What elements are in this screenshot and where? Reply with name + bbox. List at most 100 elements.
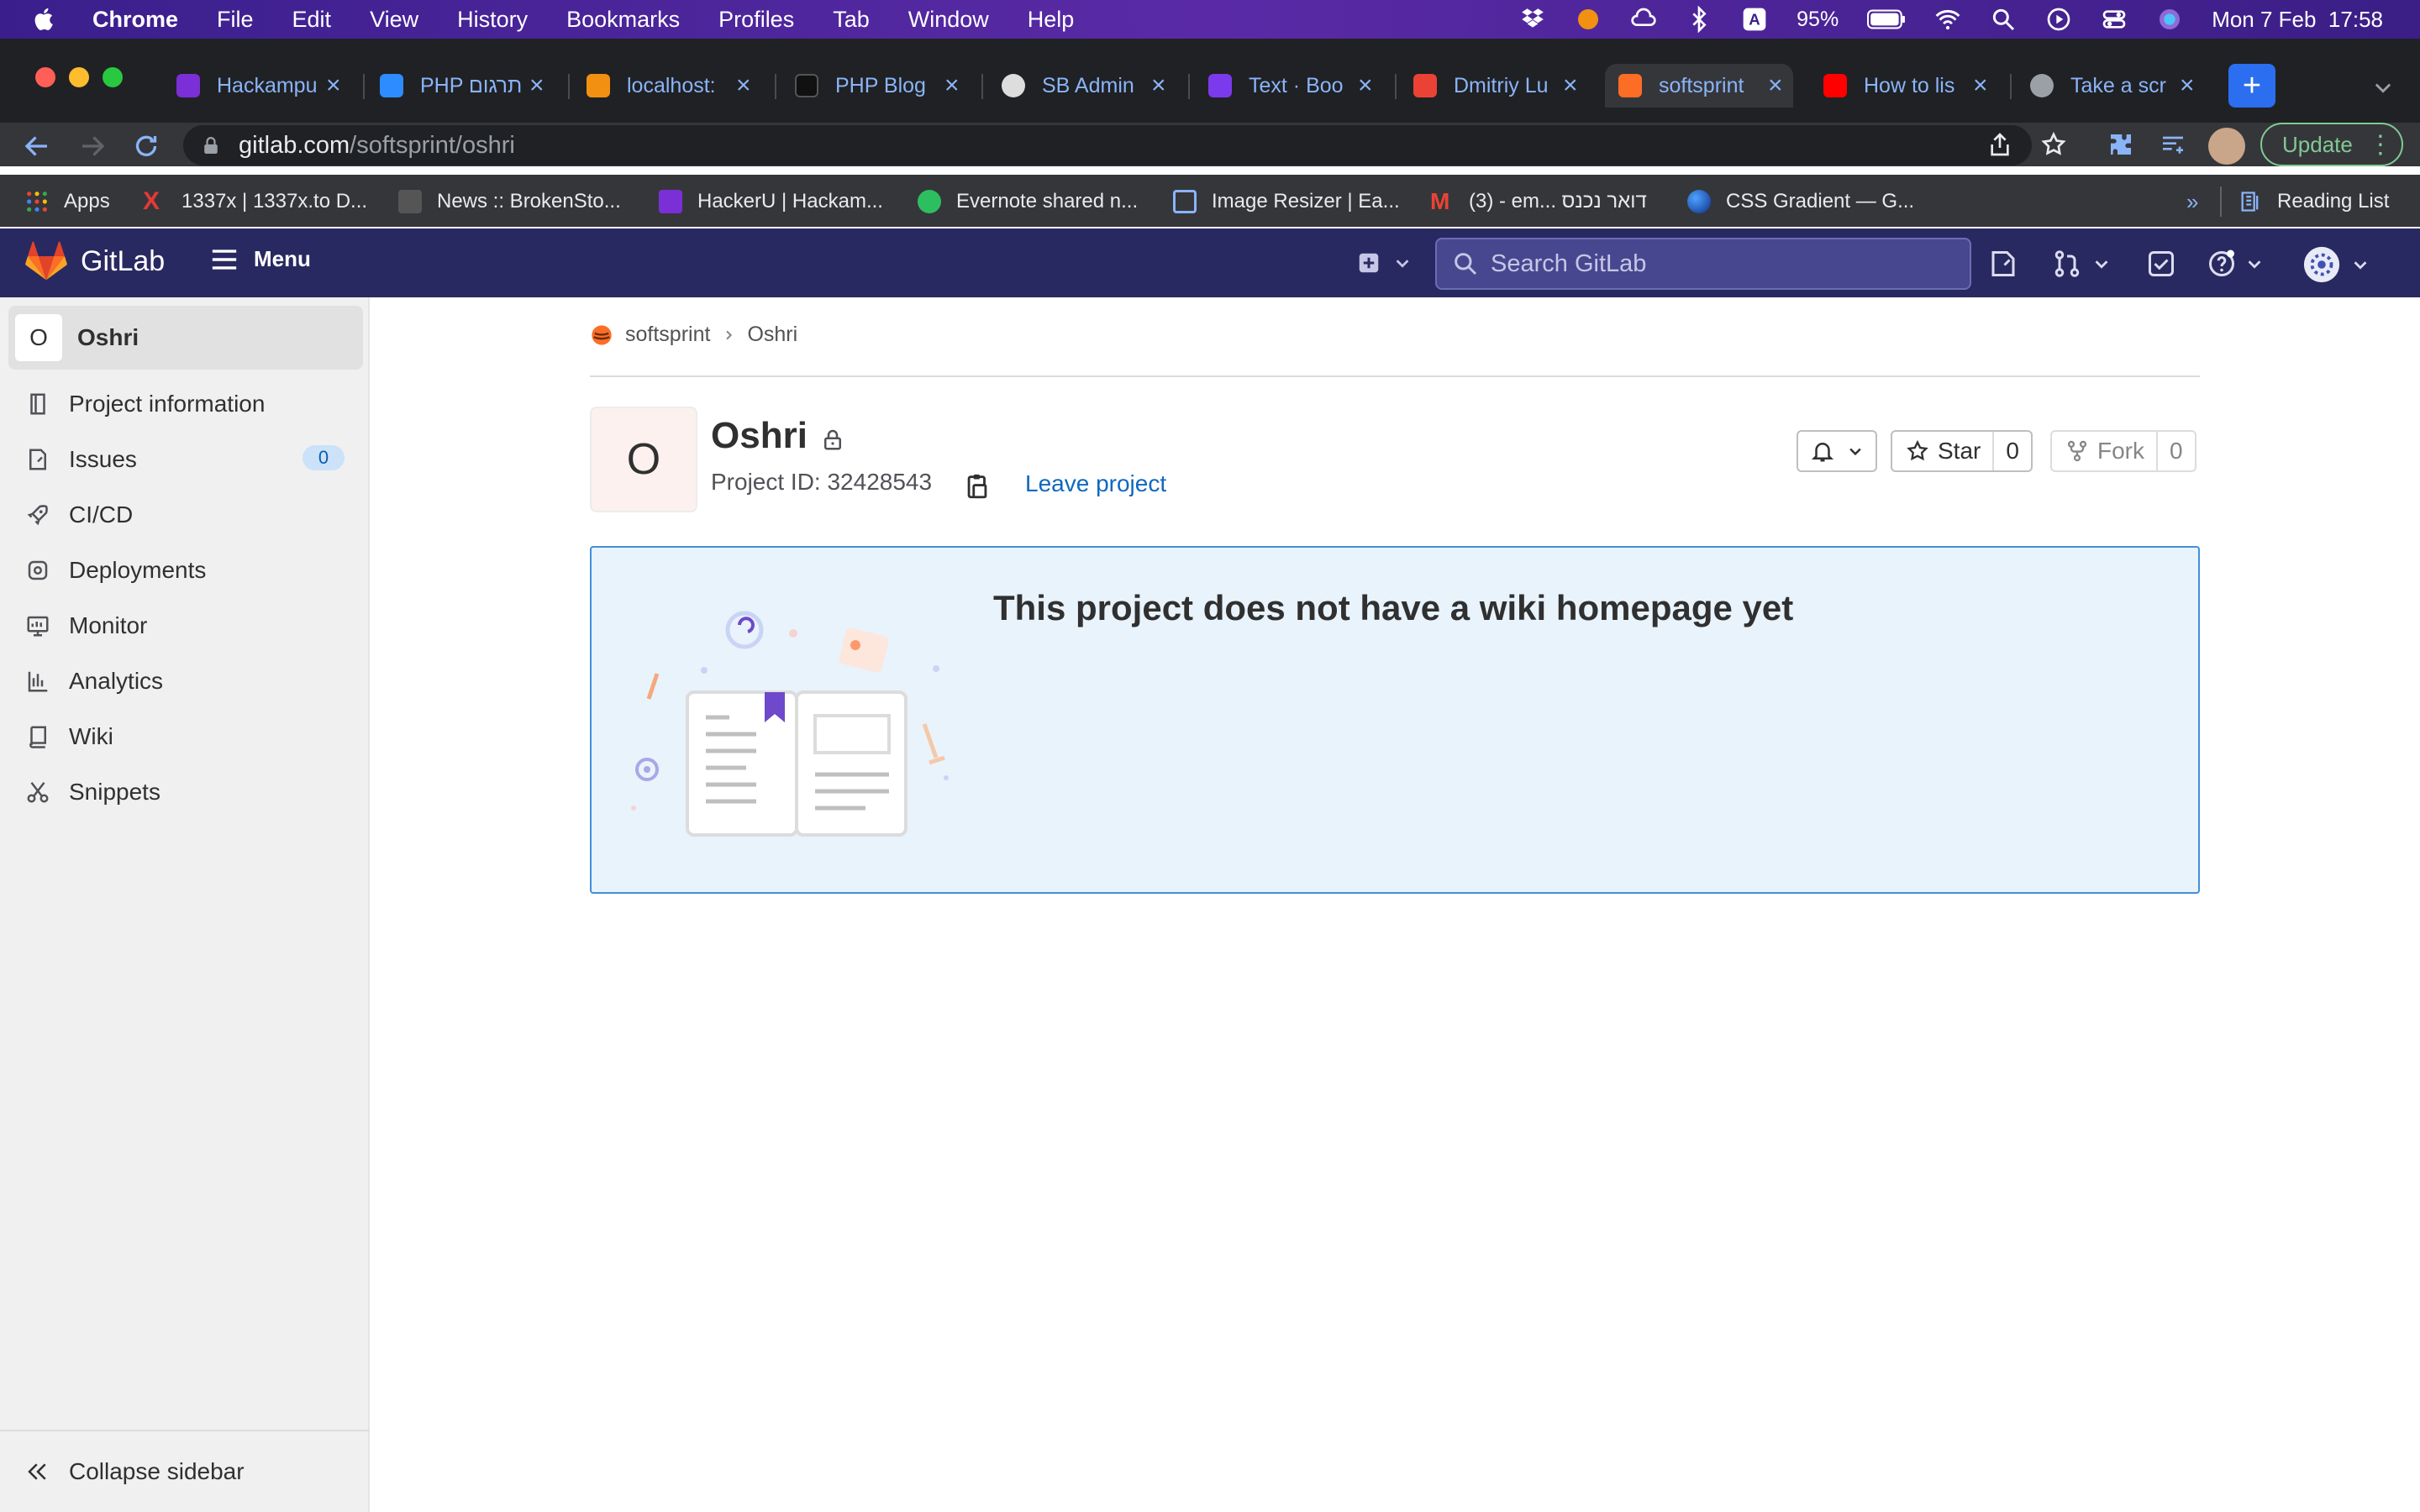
tab-close-icon[interactable]: × [2180,71,2195,100]
sidebar-item-issues[interactable]: Issues [25,438,137,480]
bookmark-item[interactable]: M (3) - em... דואר נכנס [1430,185,1647,218]
menubar-clock[interactable]: Mon 7 Feb 17:58 [2212,7,2383,33]
star-count[interactable]: 0 [1992,432,2031,470]
new-tab-button[interactable]: + [2228,64,2275,108]
tab-close-icon[interactable]: × [326,71,341,100]
reload-icon[interactable] [131,131,161,161]
leave-project-link[interactable]: Leave project [1025,470,1166,497]
tab-close-icon[interactable]: × [1563,71,1578,100]
gitlab-search-input[interactable]: Search GitLab [1435,238,1971,290]
tab-close-icon[interactable]: × [1358,71,1373,100]
sidebar-item-monitor[interactable]: Monitor [25,605,147,647]
fork-button[interactable]: Fork 0 [2050,430,2196,472]
browser-tab[interactable]: Dmitriy Lu × [1413,64,1590,108]
tab-close-icon[interactable]: × [944,71,960,100]
browser-tab-active[interactable]: softsprint × [1605,64,1793,108]
tab-close-icon[interactable]: × [1151,71,1166,100]
tab-search-chevron-icon[interactable] [2371,76,2395,99]
sidebar-item-analytics[interactable]: Analytics [25,660,163,702]
browser-tab[interactable]: Text · Boo × [1208,64,1385,108]
sidebar-item-deployments[interactable]: Deployments [25,549,206,591]
notification-settings-button[interactable] [1797,430,1877,472]
sidebar-item-snippets[interactable]: Snippets [25,771,160,813]
menu-window[interactable]: Window [908,7,989,33]
creative-cloud-icon[interactable] [1630,6,1657,33]
breadcrumb-group-link[interactable]: softsprint [625,323,710,347]
todo-checkbox-icon[interactable] [2146,249,2176,279]
menu-file[interactable]: File [217,7,254,33]
menu-history[interactable]: History [457,7,528,33]
menu-help[interactable]: Help [1028,7,1075,33]
bookmark-item[interactable]: Image Resizer | Ea... [1173,185,1400,218]
help-dropdown[interactable] [2207,249,2264,279]
share-icon[interactable] [1986,131,2013,158]
star-button[interactable]: Star 0 [1891,430,2033,472]
reading-list-button[interactable]: Reading List [2238,185,2389,218]
gitlab-home-link[interactable]: GitLab [25,240,165,282]
dropbox-icon[interactable] [1519,6,1546,33]
tab-close-icon[interactable]: × [529,71,544,100]
menu-view[interactable]: View [370,7,418,33]
window-zoom-button[interactable] [103,67,123,87]
control-center-icon[interactable] [2101,6,2128,33]
bookmark-item[interactable]: News :: BrokenSto... [398,185,621,218]
elephant-icon[interactable] [1575,6,1602,33]
reading-mode-icon[interactable] [2160,131,2186,158]
breadcrumb-project-link[interactable]: Oshri [747,323,797,347]
menu-profiles[interactable]: Profiles [718,7,794,33]
spotlight-search-icon[interactable] [1990,6,2017,33]
profile-avatar[interactable] [2208,128,2245,165]
bookmark-item[interactable]: CSS Gradient — G... [1687,185,1914,218]
tab-close-icon[interactable]: × [1768,71,1783,100]
bookmark-item[interactable]: X 1337x | 1337x.to D... [143,185,367,218]
forward-arrow-icon[interactable] [77,131,108,161]
browser-tab[interactable]: How to lis × [1823,64,2000,108]
browser-tab[interactable]: PHP Blog × [795,64,971,108]
user-menu-dropdown[interactable] [2302,245,2370,284]
sidebar-item-wiki[interactable]: Wiki [25,716,113,758]
bookmark-apps[interactable]: Apps [25,185,110,218]
browser-tab[interactable]: PHP תרגום × [380,64,556,108]
browser-tab[interactable]: localhost: × [587,64,763,108]
sidebar-item-project-information[interactable]: Project information [25,383,265,425]
fork-count[interactable]: 0 [2156,432,2195,470]
browser-tab[interactable]: Take a scr × [2030,64,2207,108]
tab-close-icon[interactable]: × [1973,71,1988,100]
menu-tab[interactable]: Tab [833,7,870,33]
bookmark-star-icon[interactable] [2040,131,2067,158]
collapse-sidebar-button[interactable]: Collapse sidebar [0,1430,370,1512]
gitlab-menu-button[interactable]: Menu [210,246,311,272]
tab-separator [775,74,776,99]
extensions-icon[interactable] [2107,131,2134,158]
browser-tab[interactable]: SB Admin × [1002,64,1178,108]
bookmarks-overflow-button[interactable]: » [2186,185,2198,218]
bluetooth-icon[interactable] [1686,6,1712,33]
lock-icon[interactable] [203,137,218,154]
copy-to-clipboard-icon[interactable] [965,472,990,501]
menu-edit[interactable]: Edit [292,7,332,33]
bookmark-item[interactable]: Evernote shared n... [918,185,1138,218]
battery-icon[interactable] [1867,9,1906,29]
app-menu-chrome[interactable]: Chrome [92,7,178,33]
chrome-update-button[interactable]: Update ⋮ [2260,123,2403,166]
issues-nav-icon[interactable] [1988,249,2018,279]
now-playing-icon[interactable] [2045,6,2072,33]
siri-icon[interactable] [2156,6,2183,33]
address-bar[interactable]: gitlab.com/softsprint/oshri [183,125,2032,165]
browser-tab[interactable]: Hackampu × [176,64,353,108]
create-new-dropdown[interactable] [1356,250,1412,276]
merge-requests-dropdown[interactable] [2052,249,2111,279]
window-close-button[interactable] [35,67,55,87]
bell-icon [1811,443,1834,462]
menu-bookmarks[interactable]: Bookmarks [566,7,680,33]
tab-close-icon[interactable]: × [736,71,751,100]
bookmark-item[interactable]: HackerU | Hackam... [659,185,883,218]
bookmark-label: (3) - em... דואר נכנס [1469,190,1647,213]
back-arrow-icon[interactable] [22,131,52,161]
sidebar-project-header[interactable]: O Oshri [8,306,363,370]
wifi-icon[interactable] [1934,6,1961,33]
keyboard-input-icon[interactable]: A [1741,6,1768,33]
window-minimize-button[interactable] [69,67,89,87]
sidebar-item-cicd[interactable]: CI/CD [25,494,133,536]
apple-icon[interactable] [30,5,59,34]
